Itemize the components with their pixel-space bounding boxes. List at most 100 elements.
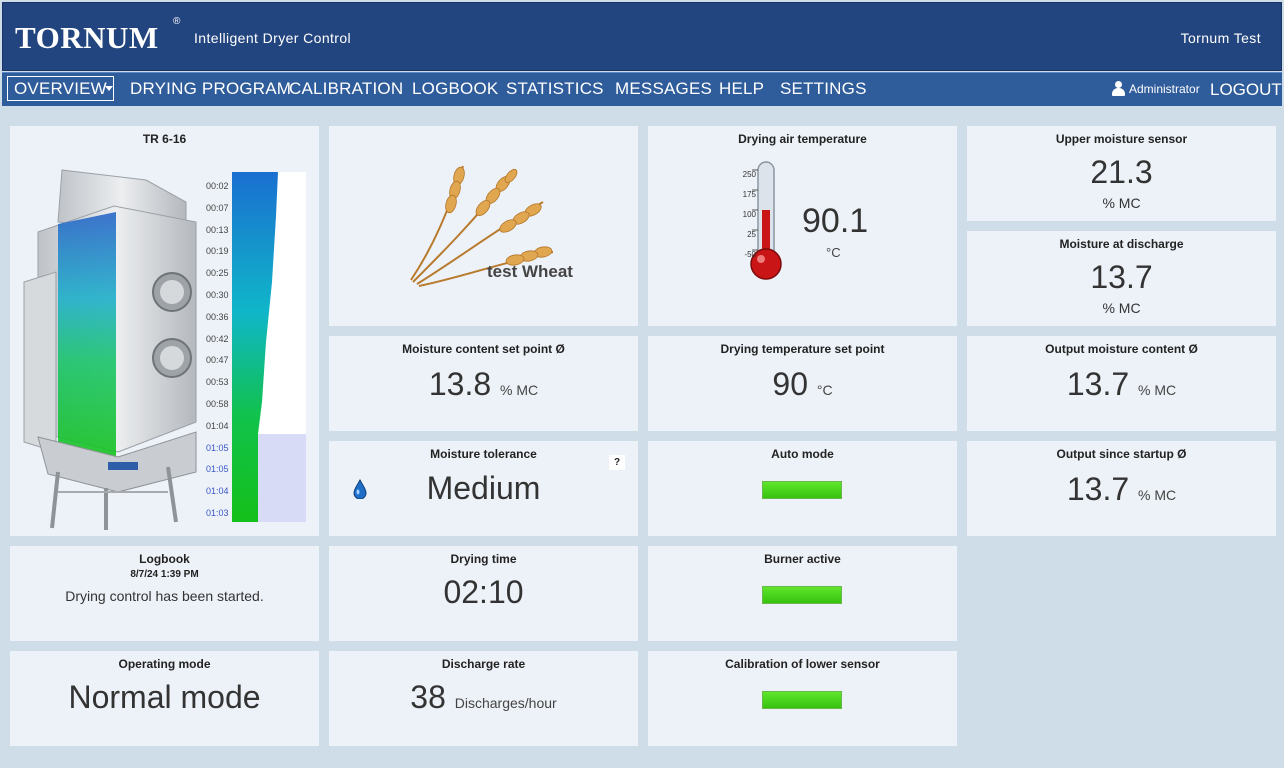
air-temp-panel[interactable]: Drying air temperature 250 175 100 25 -5…	[648, 126, 957, 326]
time-label: 00:13	[206, 224, 229, 235]
user-icon	[1112, 81, 1125, 96]
nav-logbook[interactable]: LOGBOOK	[412, 79, 498, 99]
burner-indicator	[762, 586, 842, 604]
registered-mark: ®	[173, 16, 181, 27]
moisture-discharge-title: Moisture at discharge	[1059, 237, 1184, 251]
calibration-panel[interactable]: Calibration of lower sensor	[648, 651, 957, 746]
grain-panel[interactable]: test Wheat	[329, 126, 638, 326]
time-label: 01:05	[206, 464, 229, 475]
moisture-setpoint-unit: % MC	[500, 382, 539, 398]
dryer-moisture-column	[232, 172, 306, 522]
help-button[interactable]: ?	[609, 455, 625, 470]
auto-mode-indicator	[762, 481, 842, 499]
air-temp-unit: °C	[826, 245, 841, 260]
auto-mode-panel[interactable]: Auto mode	[648, 441, 957, 536]
output-startup-title: Output since startup Ø	[1056, 447, 1187, 461]
calibration-indicator	[762, 691, 842, 709]
output-startup-value: 13.7	[1066, 471, 1130, 507]
scale-label: 175	[742, 190, 756, 199]
air-temp-title: Drying air temperature	[738, 132, 867, 146]
time-label: 00:47	[206, 355, 229, 366]
user-menu[interactable]: Administrator	[1112, 81, 1200, 96]
operating-mode-title: Operating mode	[118, 657, 211, 671]
logbook-title: Logbook	[139, 552, 190, 566]
app-header: TORNUM ® Intelligent Dryer Control Tornu…	[2, 2, 1282, 71]
scale-label: -50	[744, 250, 756, 259]
output-startup-panel[interactable]: Output since startup Ø 13.7 % MC	[967, 441, 1276, 536]
nav-drying-program[interactable]: DRYING PROGRAM	[130, 79, 291, 99]
nav-messages[interactable]: MESSAGES	[615, 79, 712, 99]
scale-label: 100	[742, 210, 756, 219]
upper-moisture-value: 21.3	[1090, 154, 1153, 190]
time-label: 00:53	[206, 377, 229, 388]
time-label: 00:42	[206, 333, 229, 344]
nav-overview[interactable]: OVERVIEW	[7, 76, 114, 101]
drying-time-title: Drying time	[450, 552, 517, 566]
time-label: 01:03	[206, 507, 229, 518]
nav-settings[interactable]: SETTINGS	[780, 79, 867, 99]
moisture-discharge-unit: % MC	[1102, 300, 1141, 316]
time-label: 00:58	[206, 398, 229, 409]
auto-mode-title: Auto mode	[771, 447, 834, 461]
moisture-discharge-panel[interactable]: Moisture at discharge 13.7 % MC	[967, 231, 1276, 326]
chevron-down-icon[interactable]	[105, 86, 113, 91]
logbook-panel[interactable]: Logbook 8/7/24 1:39 PM Drying control ha…	[10, 546, 319, 641]
temp-setpoint-title: Drying temperature set point	[720, 342, 885, 356]
tornum-logo: TORNUM	[15, 20, 159, 55]
calibration-title: Calibration of lower sensor	[725, 657, 880, 671]
discharge-rate-unit: Discharges/hour	[454, 695, 557, 711]
thermometer-scale: 250 175 100 25 -50	[732, 165, 756, 265]
logbook-message: Drying control has been started.	[65, 588, 264, 604]
temp-setpoint-display: 90 °C	[648, 366, 957, 403]
burner-panel[interactable]: Burner active	[648, 546, 957, 641]
user-name: Administrator	[1129, 81, 1200, 96]
output-startup-unit: % MC	[1138, 487, 1177, 503]
moisture-setpoint-value: 13.8	[428, 366, 492, 402]
temp-setpoint-value: 90	[772, 366, 808, 402]
output-moisture-panel[interactable]: Output moisture content Ø 13.7 % MC	[967, 336, 1276, 431]
time-label: 01:05	[206, 442, 229, 453]
app-subtitle: Intelligent Dryer Control	[194, 30, 352, 46]
output-moisture-title: Output moisture content Ø	[1045, 342, 1198, 356]
time-label: 00:07	[206, 202, 229, 213]
grain-name: test Wheat	[487, 262, 573, 281]
burner-title: Burner active	[764, 552, 841, 566]
discharge-rate-value: 38	[410, 679, 446, 715]
dryer-time-scale: 00:02 00:07 00:13 00:19 00:25 00:30 00:3…	[206, 176, 234, 525]
scale-label: 250	[742, 170, 756, 179]
time-label: 00:02	[206, 181, 229, 191]
moisture-setpoint-title: Moisture content set point Ø	[402, 342, 565, 356]
scale-label: 25	[747, 230, 756, 239]
operating-mode-value: Normal mode	[68, 679, 261, 715]
dryer-panel[interactable]: TR 6-16 00:02 00:07 00:13 00:19 00:25 00…	[10, 126, 319, 536]
tolerance-panel[interactable]: Moisture tolerance ? Medium	[329, 441, 638, 536]
site-name: Tornum Test	[1180, 30, 1261, 46]
air-temp-value: 90.1	[802, 202, 869, 240]
output-startup-display: 13.7 % MC	[967, 471, 1276, 508]
nav-help[interactable]: HELP	[719, 79, 764, 99]
temp-setpoint-panel[interactable]: Drying temperature set point 90 °C	[648, 336, 957, 431]
drying-time-value: 02:10	[443, 574, 524, 610]
operating-mode-panel[interactable]: Operating mode Normal mode	[10, 651, 319, 746]
dryer-title: TR 6-16	[142, 132, 187, 146]
time-label: 00:36	[206, 311, 229, 322]
nav-statistics[interactable]: STATISTICS	[506, 79, 604, 99]
time-label: 01:04	[206, 486, 229, 497]
output-moisture-value: 13.7	[1066, 366, 1130, 402]
upper-moisture-panel[interactable]: Upper moisture sensor 21.3 % MC	[967, 126, 1276, 221]
tolerance-value: Medium	[426, 470, 541, 506]
time-label: 00:30	[206, 289, 229, 300]
moisture-setpoint-panel[interactable]: Moisture content set point Ø 13.8 % MC	[329, 336, 638, 431]
output-moisture-display: 13.7 % MC	[967, 366, 1276, 403]
nav-calibration[interactable]: CALIBRATION	[289, 79, 403, 99]
drying-time-panel[interactable]: Drying time 02:10	[329, 546, 638, 641]
temp-setpoint-unit: °C	[816, 382, 833, 398]
discharge-rate-panel[interactable]: Discharge rate 38 Discharges/hour	[329, 651, 638, 746]
time-label: 00:19	[206, 246, 229, 257]
upper-moisture-title: Upper moisture sensor	[1055, 132, 1188, 146]
upper-moisture-unit: % MC	[1102, 195, 1141, 211]
moisture-setpoint-display: 13.8 % MC	[329, 366, 638, 403]
time-label: 00:25	[206, 268, 229, 279]
tolerance-title: Moisture tolerance	[430, 447, 537, 461]
logout-button[interactable]: LOGOUT	[1210, 80, 1282, 100]
